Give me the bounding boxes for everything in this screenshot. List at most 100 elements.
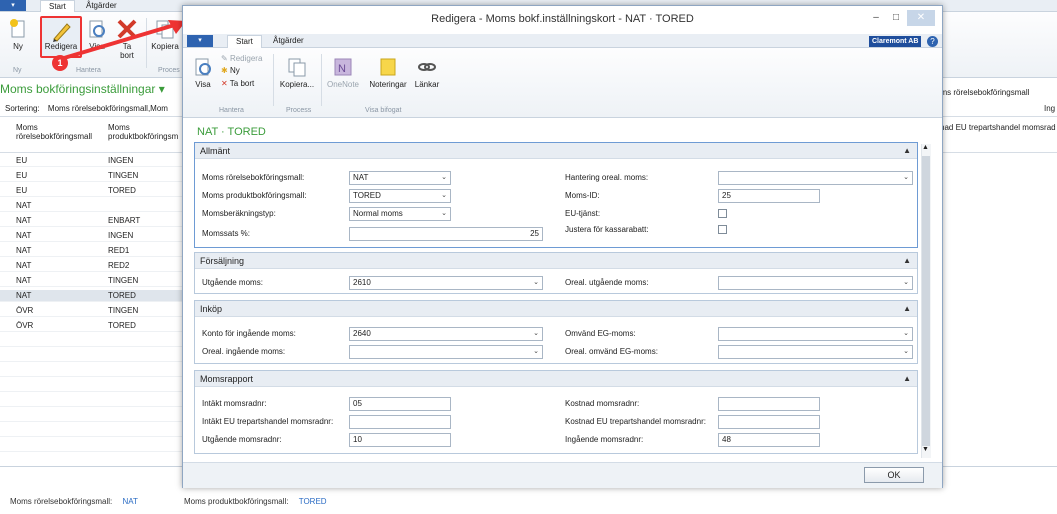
vat-prod-value: TORED	[353, 191, 381, 200]
table-row[interactable]: EU TINGEN	[0, 170, 185, 182]
new-button[interactable]: Ny	[4, 18, 32, 51]
cell-bus: EU	[16, 186, 28, 195]
dialog-tab-actions[interactable]: Åtgärder	[265, 35, 312, 47]
vat-pct-input[interactable]: 25	[349, 227, 543, 241]
table-row[interactable]: NAT TORED	[0, 290, 185, 302]
vat-prod-label: Moms produktbokföringsmall:	[202, 191, 307, 200]
help-icon[interactable]: ?	[927, 36, 938, 47]
section-header-report[interactable]: Momsrapport ▲	[195, 371, 917, 387]
table-row[interactable]: ÖVR TORED	[0, 320, 185, 332]
dialog-tab-start[interactable]: Start	[227, 35, 262, 48]
dialog-new-button[interactable]: ✱ Ny	[221, 66, 240, 75]
ok-button[interactable]: OK	[864, 467, 924, 483]
vat-bus-select[interactable]: NAT ⌄	[349, 171, 451, 185]
eu-service-checkbox[interactable]	[718, 209, 727, 218]
close-icon[interactable]: ✕	[907, 10, 935, 26]
vat-prod-select[interactable]: TORED ⌄	[349, 189, 451, 203]
dialog-footer: OK	[183, 462, 942, 488]
section-header-purchase[interactable]: Inköp ▲	[195, 301, 917, 317]
section-purchase: Inköp ▲ Konto för ingående moms: 2640 ⌄ Or…	[194, 300, 918, 364]
vat-id-input[interactable]: 25	[718, 189, 820, 203]
section-title-sales: Försäljning	[200, 256, 245, 266]
table-row[interactable]: NAT ENBART	[0, 215, 185, 227]
tab-actions[interactable]: Åtgärder	[78, 0, 125, 12]
dialog-view-button[interactable]: Visa	[191, 56, 215, 89]
chevron-down-icon: ⌄	[533, 348, 539, 355]
notes-button[interactable]: Noteringar	[367, 56, 409, 89]
cell-bus: EU	[16, 156, 28, 165]
dialog-edit-button[interactable]: ✎ Redigera	[221, 54, 262, 63]
out-line-label: Utgående momsradnr:	[202, 435, 282, 444]
unreal-in-select[interactable]: ⌄	[349, 345, 543, 359]
eu-service-label: EU-tjänst:	[565, 209, 601, 218]
table-row[interactable]: NAT RED1	[0, 245, 185, 257]
in-line-input[interactable]: 48	[718, 433, 820, 447]
onenote-label: OneNote	[326, 80, 360, 89]
dialog-app-menu-button[interactable]: ▾	[187, 35, 213, 47]
col2-line1: Moms	[108, 123, 130, 132]
in-acc-value: 2640	[353, 329, 371, 338]
out-line-input[interactable]: 10	[349, 433, 451, 447]
table-row[interactable]: NAT INGEN	[0, 230, 185, 242]
cell-prod: INGEN	[108, 231, 134, 240]
unreal-rev-select[interactable]: ⌄	[718, 345, 913, 359]
dialog-edit-label: Redigera	[229, 54, 263, 63]
company-badge[interactable]: Claremont AB	[869, 36, 922, 47]
cell-bus: ÖVR	[16, 321, 34, 330]
cell-prod: RED1	[108, 246, 130, 255]
cost-line-label: Kostnad momsradnr:	[565, 399, 640, 408]
rev-select[interactable]: ⌄	[718, 327, 913, 341]
status-label-2: Moms produktbokföringsmall:	[184, 497, 289, 506]
chevron-up-icon[interactable]: ▲	[903, 253, 911, 269]
onenote-button[interactable]: N OneNote	[325, 56, 361, 89]
col-header-prod[interactable]: Moms produktbokföringsm	[108, 123, 178, 141]
scroll-up-icon[interactable]: ▲	[922, 144, 929, 151]
chevron-up-icon[interactable]: ▲	[903, 301, 911, 317]
rev-eu-input[interactable]	[349, 415, 451, 429]
adjust-discount-label: Justera för kassarabatt:	[565, 225, 649, 234]
col-header-bus[interactable]: Moms rörelsebokföringsmall	[16, 123, 92, 141]
sort-value[interactable]: Moms rörelsebokföringsmall,Mom	[48, 104, 168, 113]
dialog-copy-button[interactable]: Kopiera...	[277, 56, 317, 89]
out-vat-select[interactable]: 2610 ⌄	[349, 276, 543, 290]
dialog-view-label: Visa	[195, 80, 211, 89]
unreal-out-select[interactable]: ⌄	[718, 276, 913, 290]
table-row[interactable]: NAT RED2	[0, 260, 185, 272]
maximize-icon[interactable]: □	[887, 10, 905, 26]
unreal-out-label: Oreal. utgående moms:	[565, 278, 649, 287]
card-title: NAT · TORED	[197, 126, 266, 138]
tab-start[interactable]: Start	[40, 0, 75, 12]
in-acc-select[interactable]: 2640 ⌄	[349, 327, 543, 341]
table-row[interactable]: EU INGEN	[0, 155, 185, 167]
table-row[interactable]: ÖVR TINGEN	[0, 305, 185, 317]
links-button[interactable]: Länkar	[413, 56, 441, 89]
dialog-tab-bar: ▾ Start Åtgärder Claremont AB ?	[183, 34, 942, 48]
table-row[interactable]: NAT TINGEN	[0, 275, 185, 287]
calc-type-select[interactable]: Normal moms ⌄	[349, 207, 451, 221]
group-label-manage: Hantera	[76, 67, 101, 74]
cell-prod: TINGEN	[108, 171, 139, 180]
col1-line2: rörelsebokföringsmall	[16, 132, 93, 141]
minimize-icon[interactable]: –	[867, 10, 885, 26]
rev-line-input[interactable]: 05	[349, 397, 451, 411]
cell-bus: EU	[16, 171, 28, 180]
cost-line-input[interactable]	[718, 397, 820, 411]
dialog-delete-button[interactable]: ✕ Ta bort	[221, 79, 254, 88]
section-header-general[interactable]: Allmänt ▲	[195, 143, 917, 159]
cost-eu-input[interactable]	[718, 415, 820, 429]
adjust-discount-checkbox[interactable]	[718, 225, 727, 234]
group-label-manage: Hantera	[219, 107, 244, 114]
chevron-up-icon[interactable]: ▲	[903, 371, 911, 387]
cell-bus: NAT	[16, 246, 32, 255]
chevron-up-icon[interactable]: ▲	[903, 143, 911, 159]
table-row[interactable]: EU TORED	[0, 185, 185, 197]
unreal-select[interactable]: ⌄	[718, 171, 913, 185]
table-row[interactable]: NAT	[0, 200, 185, 212]
link-icon	[416, 56, 438, 78]
chevron-down-icon[interactable]: ▾	[159, 82, 165, 96]
app-menu-button[interactable]: ▾	[0, 0, 26, 11]
section-header-sales[interactable]: Försäljning ▲	[195, 253, 917, 269]
scroll-down-icon[interactable]: ▼	[922, 446, 929, 453]
pencil-icon: ✎	[221, 54, 228, 63]
scrollbar-thumb[interactable]	[922, 156, 930, 446]
